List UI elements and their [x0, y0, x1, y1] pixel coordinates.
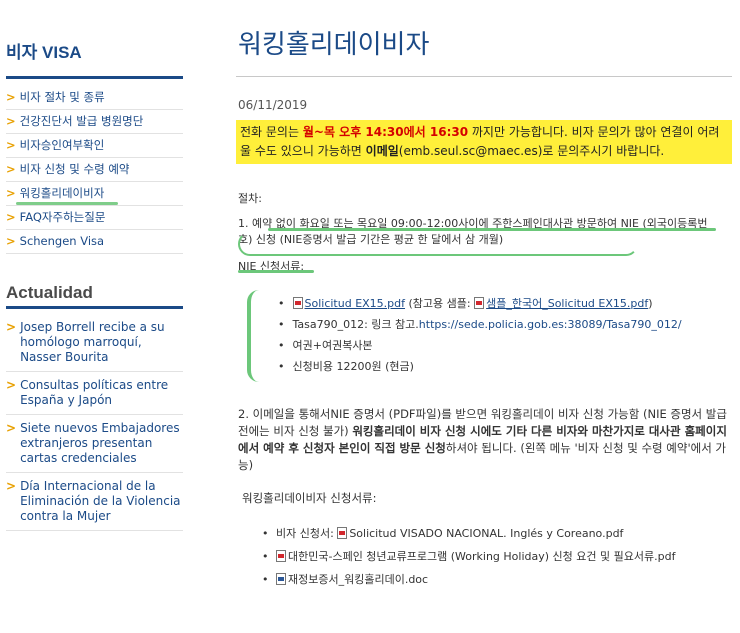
step1-circle-mark	[238, 232, 638, 256]
step-2-text: 2. 이메일을 통해서NIE 증명서 (PDF파일)를 받으면 워킹홀리데이 비…	[238, 407, 727, 472]
pdf-icon	[337, 527, 348, 539]
pdf-icon	[292, 297, 303, 309]
phone-hours: 월~목 오후 14:30에서 16:30	[302, 125, 469, 139]
chevron-right-icon: >	[6, 186, 16, 200]
working-holiday-highlight	[16, 202, 118, 205]
news-item[interactable]: > Josep Borrell recibe a su homólogo marr…	[6, 318, 183, 372]
page-title: 워킹홀리데이비자	[238, 30, 430, 60]
news-item[interactable]: > Consultas políticas entre España y Japó…	[6, 376, 183, 415]
news-item[interactable]: > Día Internacional de la Eliminación de …	[6, 477, 183, 531]
sample-ex15-link[interactable]: 샘플_한국어_Solicitud EX15.pdf	[486, 297, 648, 310]
visa-section-title: 비자 VISA	[6, 43, 82, 62]
nie-docs-brace-mark	[247, 290, 261, 382]
procedure-label: 절차:	[238, 192, 262, 205]
email-label: 이메일	[365, 144, 399, 158]
email-address: (emb.seul.sc@maec.es)로 문의주시기 바랍니다.	[398, 144, 665, 158]
step1-underline	[268, 228, 716, 231]
list-item: • 비자 신청서: Solicitud VISADO NACIONAL. Ing…	[262, 527, 624, 540]
wh-docs-label: 워킹홀리데이비자 신청서류:	[242, 491, 377, 505]
chevron-right-icon: >	[6, 162, 16, 176]
title-divider	[236, 76, 732, 77]
chevron-right-icon: >	[6, 378, 17, 392]
chevron-right-icon: >	[6, 114, 16, 128]
solicitud-ex15-link[interactable]: Solicitud EX15.pdf	[305, 297, 406, 310]
nav-item-health-hospitals[interactable]: > 건강진단서 발급 병원명단	[6, 110, 183, 134]
news-item[interactable]: > Siete nuevos Embajadores extranjeros pr…	[6, 419, 183, 473]
chevron-right-icon: >	[6, 210, 16, 224]
nav-item-visa-appointment[interactable]: > 비자 신청 및 수령 예약	[6, 158, 183, 182]
pdf-icon	[276, 550, 286, 562]
wh-docs-list: • 비자 신청서: Solicitud VISADO NACIONAL. Ing…	[262, 526, 712, 595]
list-item: • 재정보증서_워킹홀리데이.doc	[262, 573, 429, 586]
nie-docs-underline	[238, 270, 314, 273]
word-icon	[276, 573, 286, 585]
list-item: Tasa790_012: 링크 참고.https://sede.policia.…	[278, 316, 682, 337]
visa-section-rule	[6, 76, 183, 79]
tasa-url-link[interactable]: https://sede.policia.gob.es:38089/Tasa79…	[419, 318, 682, 331]
phone-notice: 전화 문의는 월~목 오후 14:30에서 16:30 까지만 가능합니다. 비…	[236, 120, 732, 164]
chevron-right-icon: >	[6, 320, 17, 334]
post-date: 06/11/2019	[238, 98, 308, 112]
nie-docs-list: Solicitud EX15.pdf (참고용 샘플: 샘플_한국어_Solic…	[278, 295, 682, 379]
nav-item-schengen[interactable]: > Schengen Visa	[6, 230, 183, 254]
chevron-right-icon: >	[6, 138, 16, 152]
actualidad-section-title: Actualidad	[6, 283, 93, 302]
chevron-right-icon: >	[6, 421, 17, 435]
financial-guarantee-link[interactable]: 재정보증서_워킹홀리데이.doc	[288, 573, 428, 586]
pdf-icon	[474, 297, 485, 309]
list-item: Solicitud EX15.pdf (참고용 샘플: 샘플_한국어_Solic…	[278, 295, 682, 316]
nav-item-visa-procedure[interactable]: > 비자 절차 및 종류	[6, 86, 183, 110]
chevron-right-icon: >	[6, 479, 17, 493]
list-item: 신청비용 12200원 (현금)	[278, 358, 682, 379]
list-item: • 대한민국-스페인 청년교류프로그램 (Working Holiday) 신청 …	[262, 550, 676, 563]
news-list: > Josep Borrell recibe a su homólogo marr…	[6, 318, 183, 535]
nav-item-faq[interactable]: > FAQ자주하는질문	[6, 206, 183, 230]
actualidad-section-rule	[6, 306, 183, 309]
visa-nav-list: > 비자 절차 및 종류 > 건강진단서 발급 병원명단 > 비자승인여부확인 > 비자…	[6, 86, 183, 254]
working-holiday-requirements-link[interactable]: 대한민국-스페인 청년교류프로그램 (Working Holiday) 신청 요…	[288, 550, 675, 563]
chevron-right-icon: >	[6, 90, 16, 104]
visado-nacional-link[interactable]: Solicitud VISADO NACIONAL. Inglés y Core…	[349, 527, 623, 540]
nav-item-visa-status[interactable]: > 비자승인여부확인	[6, 134, 183, 158]
chevron-right-icon: >	[6, 234, 16, 248]
list-item: 여권+여권복사본	[278, 337, 682, 358]
